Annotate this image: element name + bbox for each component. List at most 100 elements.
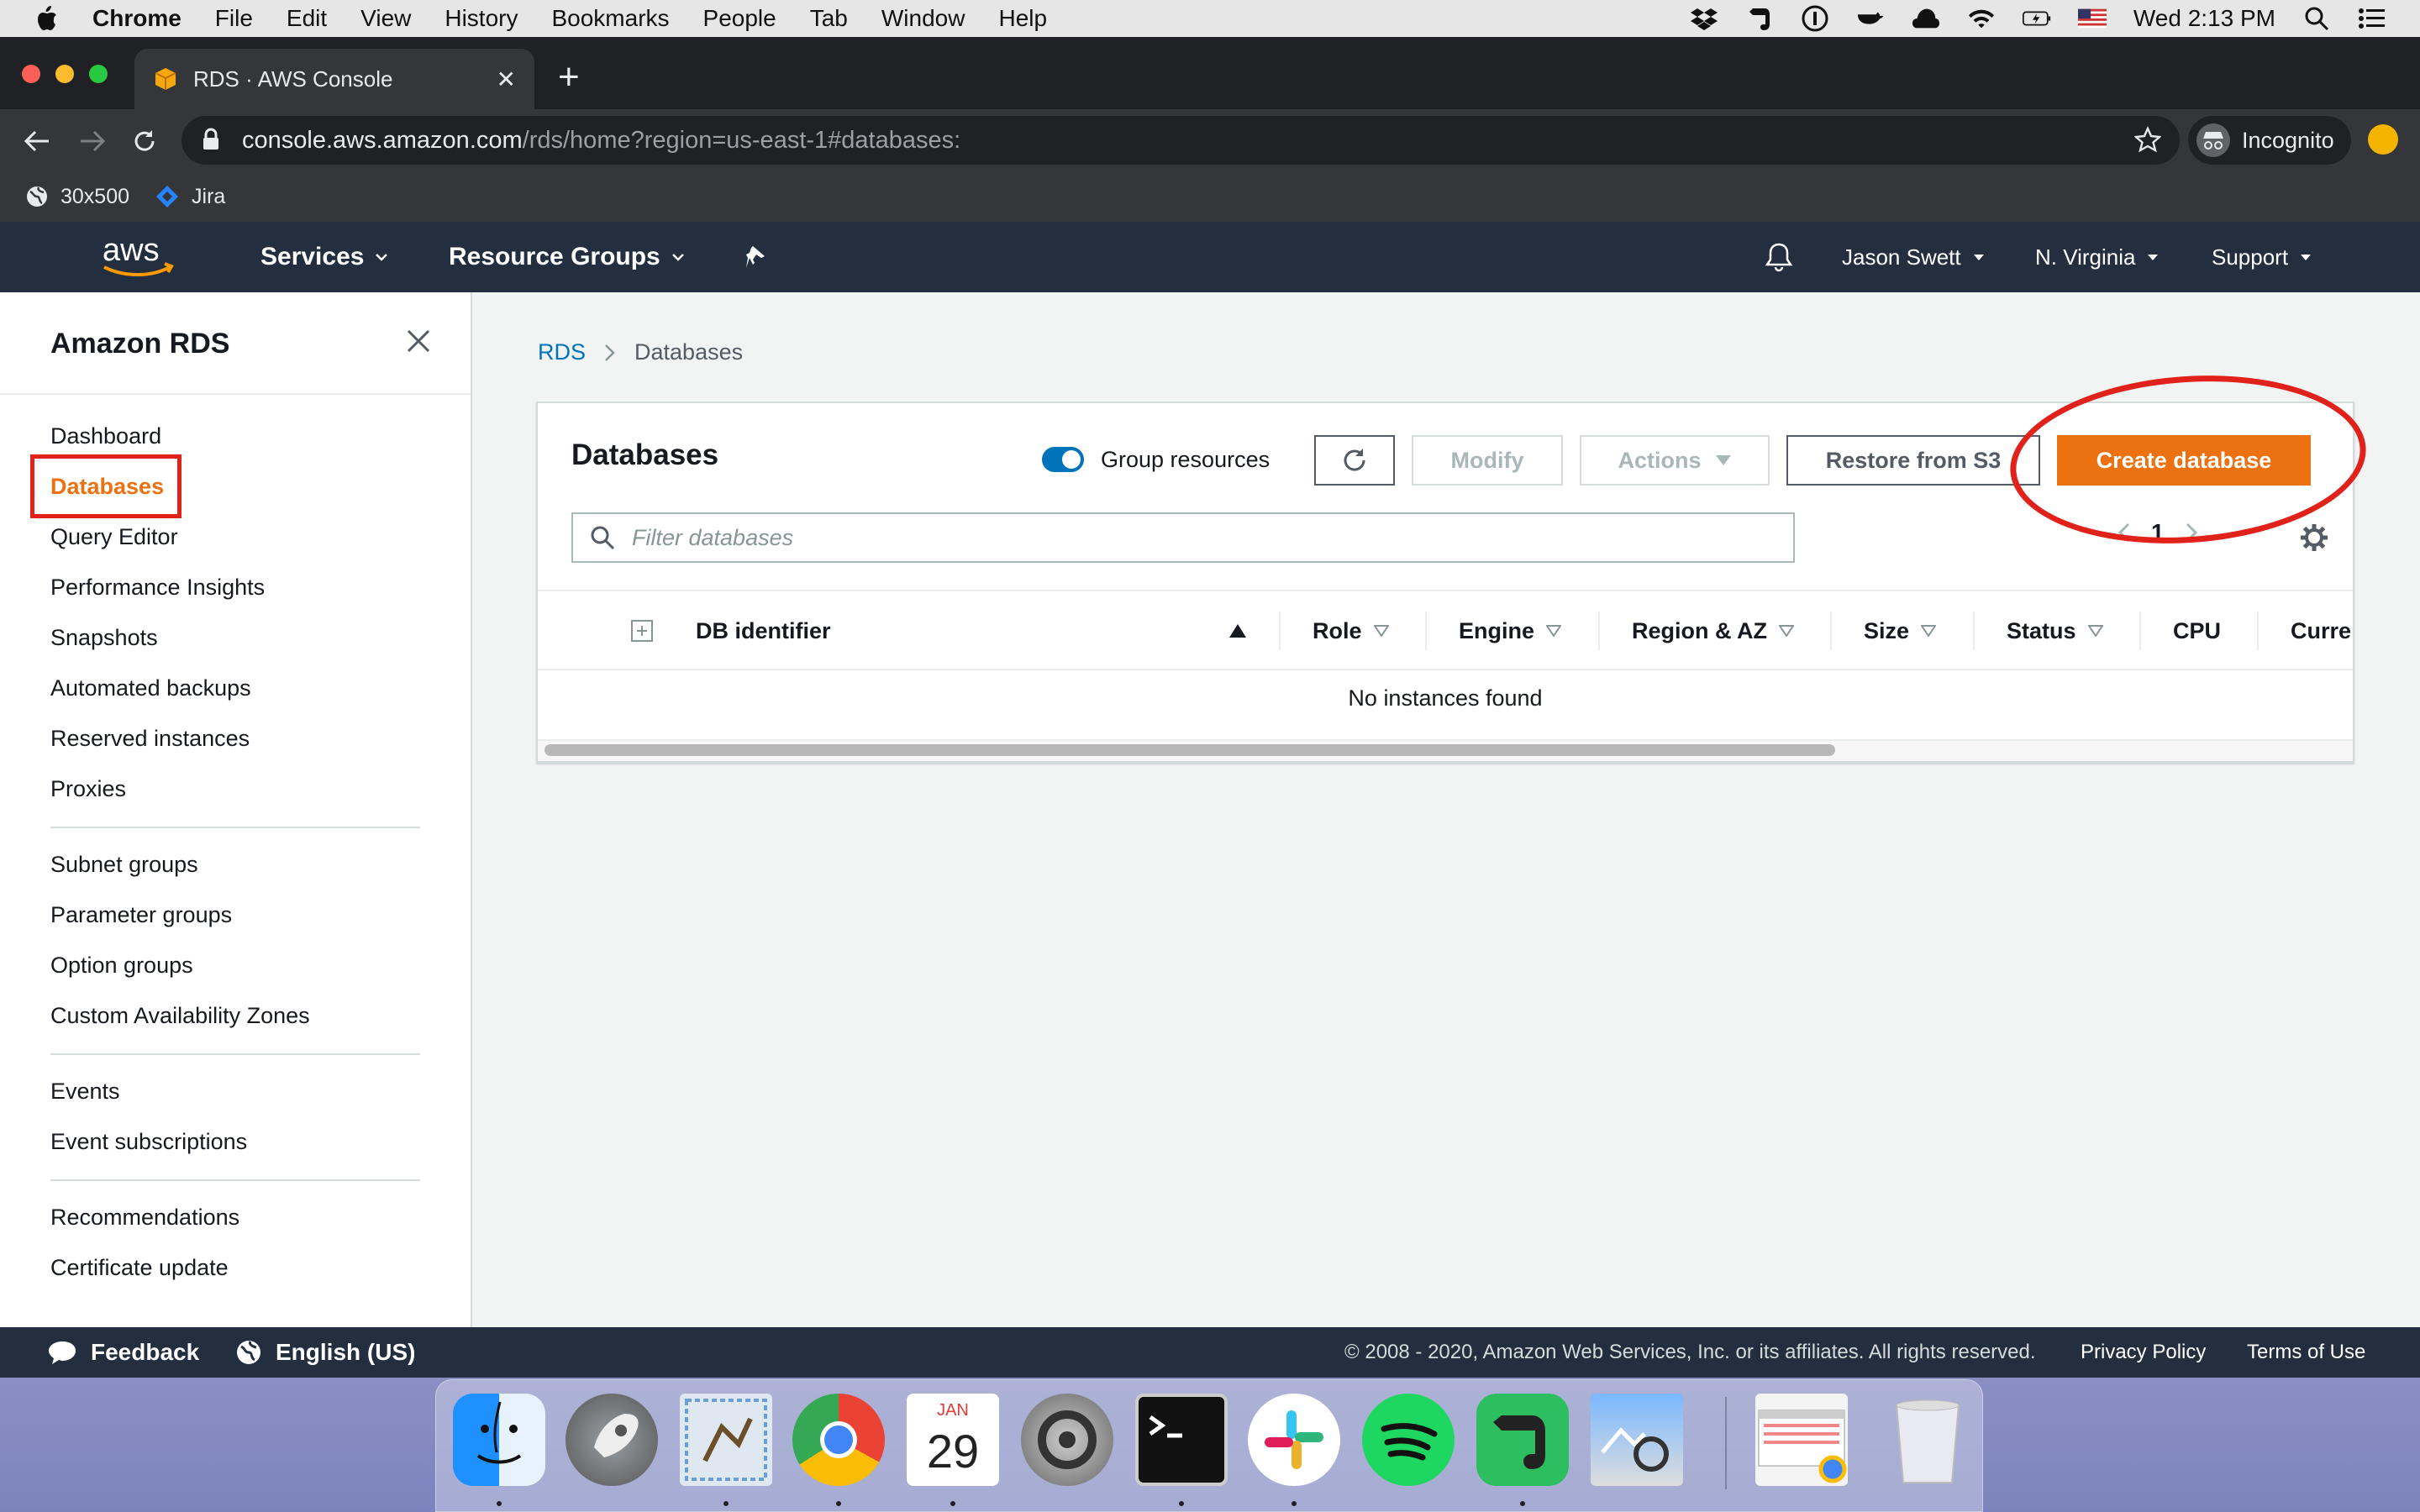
- column-size[interactable]: Size: [1864, 591, 1937, 670]
- region-menu[interactable]: N. Virginia: [2035, 222, 2159, 292]
- us-flag-icon[interactable]: [2077, 6, 2107, 31]
- forward-arrow-icon[interactable]: [76, 124, 109, 158]
- window-zoom-button[interactable]: [89, 65, 108, 83]
- privacy-policy-link[interactable]: Privacy Policy: [2081, 1327, 2206, 1378]
- system-preferences-gear-icon[interactable]: [1021, 1394, 1113, 1486]
- menu-app-name[interactable]: Chrome: [92, 5, 182, 32]
- sort-ascending-icon[interactable]: [1228, 591, 1247, 670]
- column-region-az[interactable]: Region & AZ: [1632, 591, 1794, 670]
- evernote-app-icon[interactable]: [1476, 1394, 1569, 1486]
- menu-file[interactable]: File: [215, 5, 253, 32]
- bell-icon[interactable]: [1765, 222, 1793, 292]
- mail-stamp-icon[interactable]: [680, 1394, 772, 1486]
- bookmark-30x500[interactable]: 30x500: [25, 185, 129, 209]
- spotify-icon[interactable]: [1362, 1394, 1455, 1486]
- dropbox-icon[interactable]: [1690, 6, 1718, 31]
- calendar-icon[interactable]: JAN 29: [907, 1394, 999, 1486]
- menu-tab[interactable]: Tab: [810, 5, 848, 32]
- menu-history[interactable]: History: [445, 5, 518, 32]
- back-arrow-icon[interactable]: [20, 124, 54, 158]
- chrome-icon[interactable]: [792, 1394, 885, 1486]
- menu-view[interactable]: View: [360, 5, 411, 32]
- tab-close-icon[interactable]: ✕: [497, 66, 516, 93]
- terminal-icon[interactable]: [1135, 1394, 1228, 1486]
- browser-tab-rds[interactable]: RDS · AWS Console ✕: [134, 49, 534, 109]
- horizontal-scrollbar-thumb[interactable]: [544, 744, 1835, 756]
- sidebar-item-proxies[interactable]: Proxies: [50, 776, 126, 802]
- support-menu[interactable]: Support: [2212, 222, 2312, 292]
- incognito-profile-button[interactable]: Incognito: [2188, 116, 2351, 165]
- sidebar-item-performance-insights[interactable]: Performance Insights: [50, 575, 265, 601]
- menu-people[interactable]: People: [703, 5, 776, 32]
- breadcrumb-rds-link[interactable]: RDS: [538, 339, 586, 365]
- wifi-icon[interactable]: [1967, 6, 1996, 31]
- preview-icon[interactable]: [1591, 1394, 1683, 1486]
- sidebar-item-parameter-groups[interactable]: Parameter groups: [50, 902, 232, 928]
- address-bar[interactable]: console.aws.amazon.com/rds/home?region=u…: [182, 116, 2180, 165]
- extension-icon[interactable]: [2368, 124, 2398, 155]
- launchpad-rocket-icon[interactable]: [566, 1394, 658, 1486]
- account-menu[interactable]: Jason Swett: [1842, 222, 1985, 292]
- actions-button[interactable]: Actions: [1580, 435, 1770, 486]
- pin-icon[interactable]: [744, 222, 768, 292]
- evernote-icon[interactable]: [1745, 6, 1774, 31]
- menu-bookmarks[interactable]: Bookmarks: [551, 5, 669, 32]
- sidebar-item-dashboard[interactable]: Dashboard: [50, 423, 161, 449]
- column-cpu[interactable]: CPU: [2173, 591, 2221, 670]
- filter-databases-input[interactable]: Filter databases: [571, 512, 1795, 563]
- language-selector[interactable]: English (US): [235, 1327, 415, 1378]
- sidebar-item-snapshots[interactable]: Snapshots: [50, 625, 158, 651]
- sidebar-item-reserved-instances[interactable]: Reserved instances: [50, 726, 250, 752]
- docker-icon[interactable]: [1856, 6, 1885, 31]
- spotlight-search-icon[interactable]: [2302, 6, 2331, 31]
- refresh-button[interactable]: [1314, 435, 1395, 486]
- modify-button[interactable]: Modify: [1412, 435, 1563, 486]
- menu-window[interactable]: Window: [881, 5, 965, 32]
- close-icon[interactable]: [405, 328, 435, 358]
- cloud-app-icon[interactable]: [1912, 6, 1940, 31]
- sidebar-item-event-subscriptions[interactable]: Event subscriptions: [50, 1129, 247, 1155]
- sidebar-item-custom-availability-zones[interactable]: Custom Availability Zones: [50, 1003, 310, 1029]
- column-role[interactable]: Role: [1313, 591, 1389, 670]
- window-close-button[interactable]: [22, 65, 40, 83]
- chrome-window-thumbnail-icon[interactable]: [1755, 1394, 1848, 1486]
- battery-icon[interactable]: [2022, 6, 2051, 31]
- gear-icon[interactable]: [2299, 522, 2329, 553]
- services-menu[interactable]: Services: [260, 222, 388, 292]
- reload-icon[interactable]: [128, 124, 161, 158]
- new-tab-plus-icon[interactable]: +: [558, 57, 580, 97]
- apple-icon[interactable]: [34, 4, 62, 33]
- menubar-clock[interactable]: Wed 2:13 PM: [2133, 5, 2275, 32]
- sidebar-item-certificate-update[interactable]: Certificate update: [50, 1255, 229, 1281]
- aws-logo[interactable]: aws: [97, 233, 182, 281]
- finder-icon[interactable]: [453, 1394, 545, 1486]
- lock-icon[interactable]: [202, 128, 224, 153]
- sidebar-item-automated-backups[interactable]: Automated backups: [50, 675, 251, 701]
- resource-groups-menu[interactable]: Resource Groups: [449, 222, 684, 292]
- notification-center-icon[interactable]: [2358, 6, 2386, 31]
- sidebar-item-events[interactable]: Events: [50, 1079, 120, 1105]
- column-engine[interactable]: Engine: [1459, 591, 1562, 670]
- column-db-identifier[interactable]: DB identifier: [696, 591, 831, 670]
- slack-icon[interactable]: [1248, 1394, 1340, 1486]
- sidebar-item-query-editor[interactable]: Query Editor: [50, 524, 178, 550]
- onepassword-icon[interactable]: [1801, 5, 1829, 32]
- column-status[interactable]: Status: [2007, 591, 2103, 670]
- sort-icon: [1779, 625, 1794, 637]
- group-resources-toggle[interactable]: [1042, 447, 1084, 472]
- sidebar-item-option-groups[interactable]: Option groups: [50, 953, 193, 979]
- feedback-link[interactable]: Feedback: [47, 1327, 199, 1378]
- sidebar-item-recommendations[interactable]: Recommendations: [50, 1205, 239, 1231]
- bookmark-jira[interactable]: Jira: [155, 184, 225, 209]
- restore-from-s3-button[interactable]: Restore from S3: [1786, 435, 2040, 486]
- terms-of-use-link[interactable]: Terms of Use: [2247, 1327, 2365, 1378]
- bookmark-star-icon[interactable]: [2133, 126, 2162, 160]
- menu-help[interactable]: Help: [998, 5, 1047, 32]
- window-minimize-button[interactable]: [55, 65, 74, 83]
- column-current-activity[interactable]: Curre: [2291, 591, 2351, 670]
- trash-icon[interactable]: [1881, 1394, 1974, 1486]
- jira-icon: [156, 186, 179, 207]
- sidebar-item-subnet-groups[interactable]: Subnet groups: [50, 852, 198, 878]
- menu-edit[interactable]: Edit: [287, 5, 327, 32]
- select-all-icon[interactable]: [630, 591, 654, 670]
